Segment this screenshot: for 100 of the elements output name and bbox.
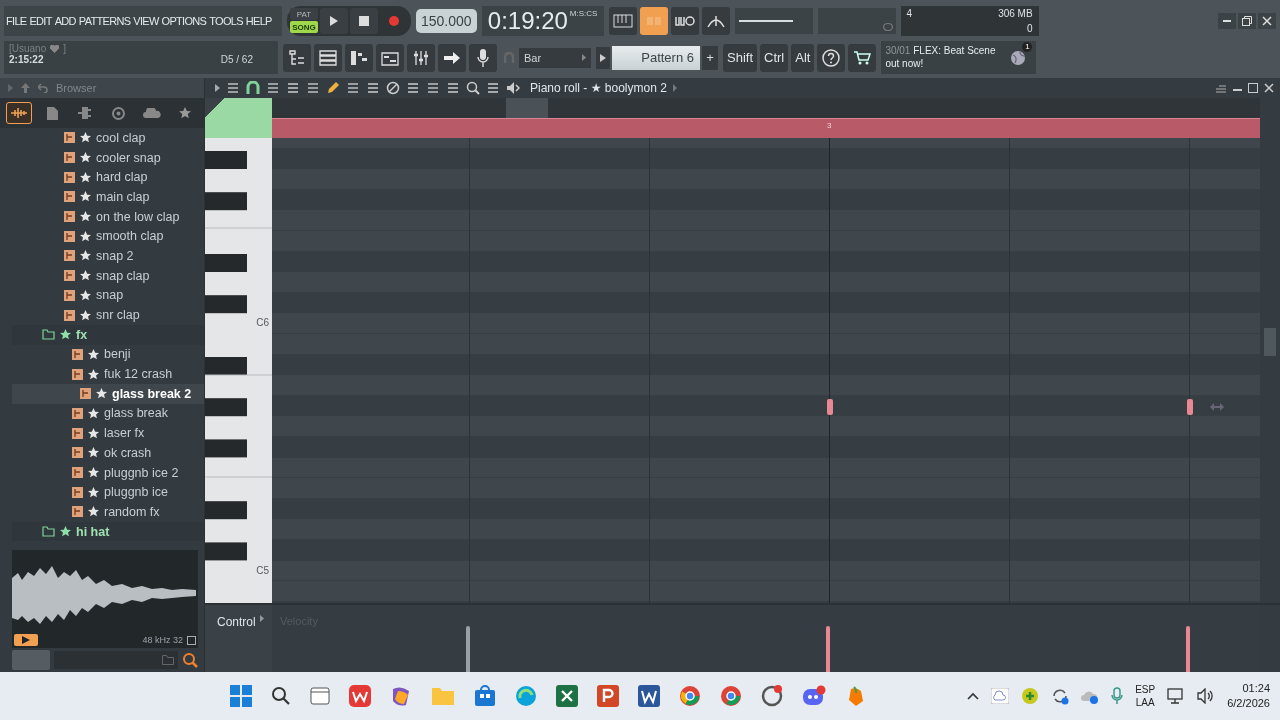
news-panel[interactable]: 30/01 FLEX: Beat Scene out now! 1 xyxy=(881,41,1037,74)
browser-item[interactable]: snr clap xyxy=(12,305,204,325)
browser-icon[interactable] xyxy=(515,685,537,707)
slides-icon[interactable] xyxy=(597,685,619,707)
browser-icon[interactable] xyxy=(720,685,742,707)
pencil-icon[interactable] xyxy=(326,80,340,95)
sync-icon[interactable] xyxy=(1051,687,1070,705)
menu-item[interactable]: ADD xyxy=(54,14,76,27)
browser-item[interactable]: benji xyxy=(12,344,204,365)
mode-toggle[interactable]: SONG xyxy=(290,21,318,33)
browser-item[interactable]: cool clap xyxy=(12,128,204,148)
pattern-selector[interactable]: Pattern 6 xyxy=(612,45,700,70)
document-icon[interactable] xyxy=(638,685,660,707)
minimize-button[interactable] xyxy=(1218,12,1236,29)
chat-icon[interactable] xyxy=(802,685,826,707)
microphone-icon[interactable] xyxy=(1111,687,1124,705)
maximize-icon[interactable] xyxy=(1248,82,1258,93)
menu-arrow-icon[interactable] xyxy=(215,83,220,92)
master-volume-slider[interactable] xyxy=(734,7,813,34)
window-icon[interactable] xyxy=(310,687,330,705)
browser-item[interactable]: on the low clap xyxy=(12,206,204,227)
menu-item[interactable]: VIEW xyxy=(133,14,159,27)
menu-item[interactable]: FILE xyxy=(6,14,27,27)
cloud-icon[interactable] xyxy=(991,688,1010,704)
channel-rack-button[interactable] xyxy=(314,43,342,72)
title-arrow-icon[interactable] xyxy=(672,83,677,92)
menu-item[interactable]: TOOLS xyxy=(209,14,243,27)
input-language[interactable]: ESP LAA xyxy=(1135,683,1156,709)
piano-roll-button[interactable] xyxy=(345,43,373,72)
network-icon[interactable] xyxy=(1167,688,1186,704)
mode-toggle[interactable]: PAT xyxy=(290,8,318,20)
play-pattern-button[interactable] xyxy=(596,46,610,69)
zoom-icon[interactable] xyxy=(466,80,480,95)
menu-item[interactable]: HELP xyxy=(245,14,272,27)
arrow-button[interactable] xyxy=(438,43,466,72)
knob-icon[interactable] xyxy=(882,22,893,31)
volume-icon[interactable] xyxy=(1197,688,1216,704)
browser-item[interactable]: fuk 12 crash xyxy=(12,364,204,384)
play-button[interactable] xyxy=(320,7,348,34)
browser-icon[interactable] xyxy=(679,685,701,707)
keyboard-button[interactable] xyxy=(608,6,637,35)
browser-item[interactable]: glass break xyxy=(12,403,204,424)
plus-circle-icon[interactable] xyxy=(1021,687,1040,705)
chevron-up-icon[interactable] xyxy=(967,692,980,700)
shop-button[interactable] xyxy=(848,43,877,72)
browser-item[interactable]: pluggnb ice 2 xyxy=(12,462,204,483)
waveform-icon[interactable] xyxy=(6,102,32,124)
browser-button[interactable] xyxy=(283,43,311,72)
app-icon[interactable] xyxy=(349,685,371,707)
menu-item[interactable]: PATTERNS xyxy=(78,14,131,27)
browser-item[interactable]: main clap xyxy=(12,187,204,207)
piano-keyboard[interactable]: C6 C5 xyxy=(205,137,272,603)
add-pattern-button[interactable]: + xyxy=(702,45,718,70)
metronome-button[interactable] xyxy=(701,6,730,35)
browser-item[interactable]: glass break 2 xyxy=(12,383,204,404)
help-button[interactable] xyxy=(817,43,846,72)
browser-folder[interactable]: fx xyxy=(12,324,204,345)
recording-button[interactable] xyxy=(469,43,497,72)
search-field[interactable] xyxy=(54,651,178,669)
browser-item[interactable]: hard clap xyxy=(12,167,204,188)
mixer-button[interactable] xyxy=(407,43,435,72)
app-icon[interactable] xyxy=(761,685,783,707)
browser-item[interactable]: cooler snap xyxy=(12,147,204,168)
search-icon[interactable] xyxy=(271,686,291,706)
bag-icon[interactable] xyxy=(474,685,496,707)
snap-selector[interactable]: Bar xyxy=(519,47,591,68)
start-icon[interactable] xyxy=(230,685,252,707)
magnet-icon[interactable] xyxy=(246,80,260,95)
stop-button[interactable] xyxy=(350,7,378,34)
browser-item[interactable]: snap clap xyxy=(12,265,204,286)
caret-icon[interactable] xyxy=(259,614,264,622)
browser-item[interactable]: smooth clap xyxy=(12,226,204,247)
browser-item[interactable]: random fx xyxy=(12,502,204,522)
browser-folder[interactable]: hi hat xyxy=(12,521,204,542)
spreadsheet-icon[interactable] xyxy=(556,685,578,707)
browser-item[interactable]: laser fx xyxy=(12,423,204,443)
modifier-key[interactable]: Shift xyxy=(723,43,757,72)
delete-icon[interactable] xyxy=(386,80,400,95)
tempo-display[interactable]: 150.000 xyxy=(416,8,477,33)
loop-button[interactable] xyxy=(670,6,699,35)
browser-item[interactable]: snap 2 xyxy=(12,246,204,266)
playlist-button[interactable] xyxy=(376,43,404,72)
clock[interactable]: 01:24 6/2/2026 xyxy=(1227,681,1270,711)
modifier-key[interactable]: Alt xyxy=(791,43,815,72)
browser-item[interactable]: ok crash xyxy=(12,443,204,463)
restore-button[interactable] xyxy=(1238,12,1256,29)
typing-keyboard-button[interactable] xyxy=(639,6,668,35)
browser-item[interactable]: snap xyxy=(12,285,204,306)
scrollbar-thumb[interactable] xyxy=(1264,327,1276,356)
app-icon[interactable] xyxy=(390,685,412,707)
browser-item[interactable]: pluggnb ice xyxy=(12,482,204,503)
close-icon[interactable] xyxy=(1264,82,1274,93)
menu-item[interactable]: OPTIONS xyxy=(161,14,207,27)
note-block[interactable] xyxy=(1187,398,1193,415)
close-button[interactable] xyxy=(1258,12,1276,29)
menu-item[interactable]: EDIT xyxy=(29,14,52,27)
preview-play-button[interactable] xyxy=(14,634,38,646)
note-block[interactable] xyxy=(827,398,833,415)
modifier-key[interactable]: Ctrl xyxy=(760,43,789,72)
resize-icon[interactable] xyxy=(1215,82,1227,93)
